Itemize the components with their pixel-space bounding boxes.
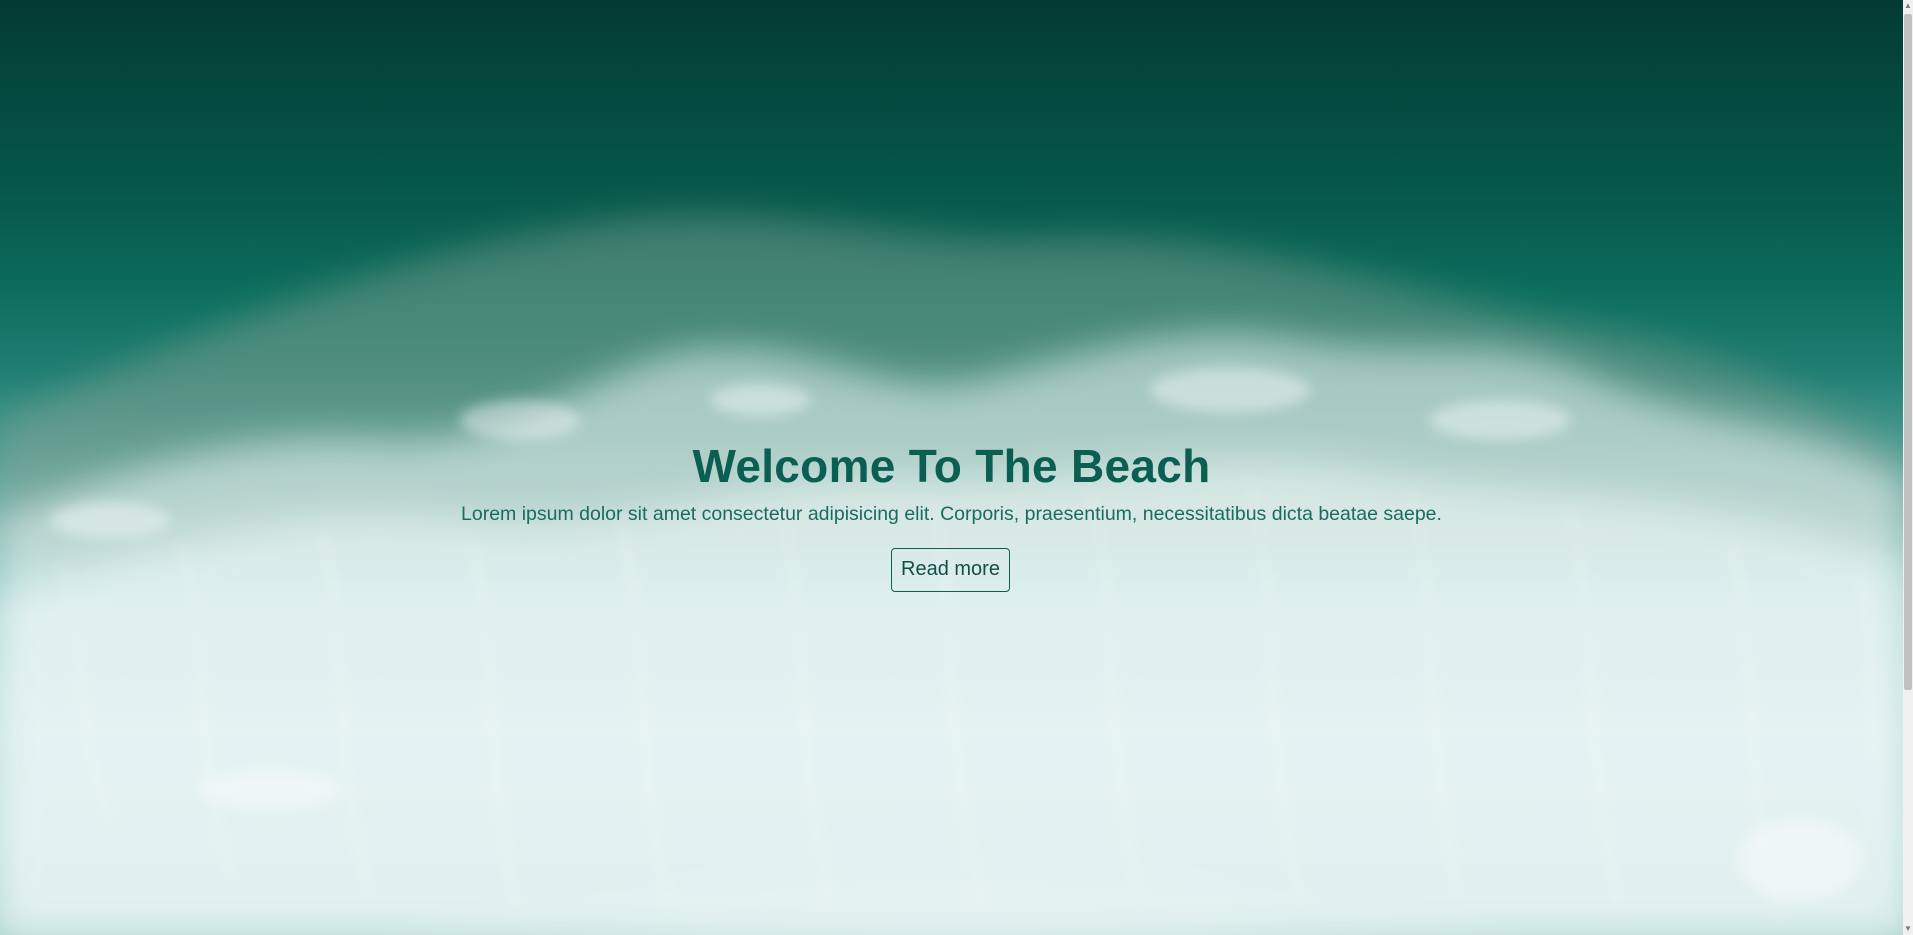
scrollbar-thumb[interactable] [1904, 14, 1912, 690]
scroll-up-arrow-icon[interactable]: ▲ [1903, 0, 1913, 12]
scroll-down-arrow-icon[interactable]: ▼ [1903, 923, 1913, 935]
hero-title: Welcome To The Beach [692, 440, 1211, 492]
vertical-scrollbar[interactable]: ▲ ▼ [1903, 0, 1913, 935]
read-more-button[interactable]: Read more [891, 548, 1010, 592]
page-viewport: Welcome To The Beach Lorem ipsum dolor s… [0, 0, 1913, 935]
hero-subtitle: Lorem ipsum dolor sit amet consectetur a… [461, 503, 1442, 525]
hero-section: Welcome To The Beach Lorem ipsum dolor s… [0, 0, 1903, 935]
hero-content: Welcome To The Beach Lorem ipsum dolor s… [0, 0, 1903, 935]
